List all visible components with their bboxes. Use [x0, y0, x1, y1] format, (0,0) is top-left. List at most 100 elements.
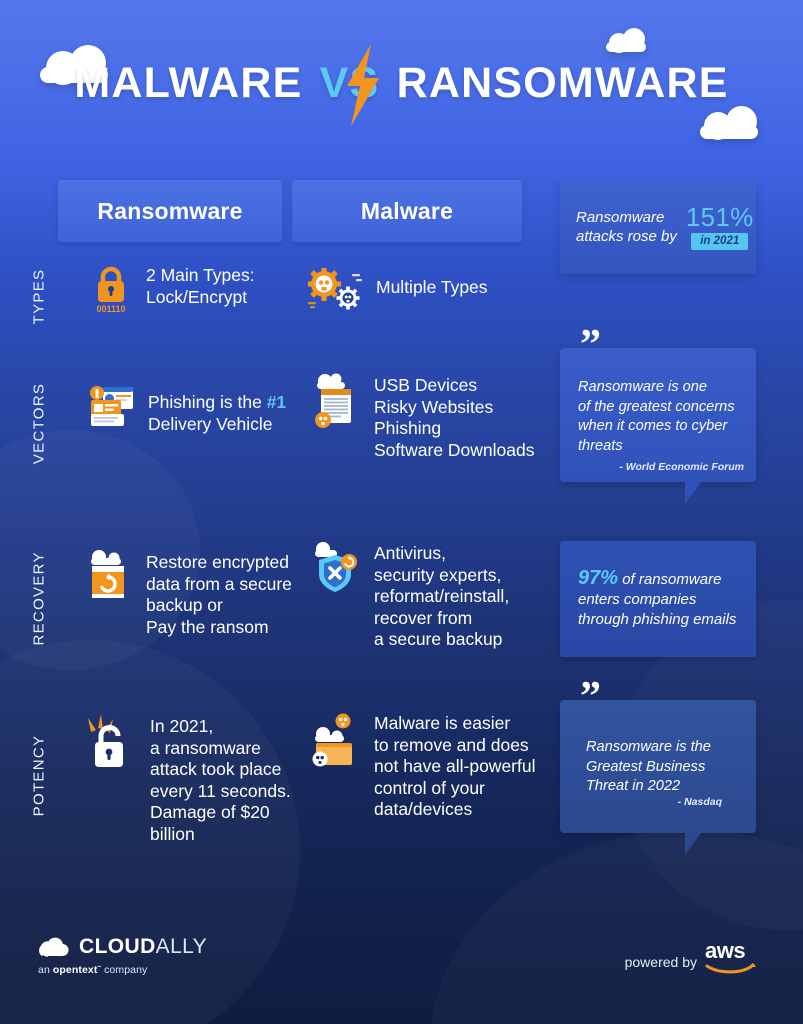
quote-wef-line3: when it comes to cyber	[578, 418, 728, 434]
quote-wef-attribution: - World Economic Forum	[619, 461, 744, 473]
svg-text:001110: 001110	[96, 304, 125, 314]
cell-recovery-malware: Antivirus, security experts, reformat/re…	[310, 540, 540, 651]
shield-antivirus-icon	[310, 540, 362, 598]
potency-malware-line5: data/devices	[374, 799, 473, 819]
cell-vectors-ransomware-text: Phishing is the #1 Delivery Vehicle	[148, 380, 286, 435]
vectors-malware-line4: Software Downloads	[374, 439, 535, 460]
quote-nasdaq-line2: Greatest Business	[586, 758, 706, 775]
cloud-icon-right	[698, 106, 760, 140]
recovery-ransomware-line3: backup or	[146, 595, 223, 615]
cell-potency-ransomware-text: In 2021, a ransomware attack took place …	[150, 712, 310, 845]
cloud-icon-top-right	[604, 28, 648, 53]
cell-types-ransomware: 001110 2 Main Types: Lock/Encrypt	[88, 262, 288, 314]
row-label-recovery: RECOVERY	[30, 551, 48, 646]
cell-vectors-malware-text: USB Devices Risky Websites Phishing Soft…	[374, 372, 535, 461]
aws-badge[interactable]: powered by aws	[625, 940, 761, 974]
stat-97-line1: 97% of ransomware	[578, 568, 736, 590]
quote-nasdaq-line3: Threat in 2022	[586, 778, 681, 794]
title-ransomware: RANSOMWARE	[396, 59, 729, 107]
quote-bubble-tail-wef	[685, 482, 701, 504]
quote-wef-line4: threats	[578, 437, 623, 454]
vectors-ransomware-highlight: #1	[266, 392, 287, 412]
vectors-malware-line3: Phishing	[374, 418, 442, 438]
quote-nasdaq-attribution: - Nasdaq	[677, 796, 722, 808]
row-label-potency: POTENCY	[30, 734, 48, 817]
stat-97-value: 97%	[578, 567, 619, 589]
vectors-ransomware-line1: Phishing is the #1	[148, 392, 286, 414]
phishing-browser-windows-icon	[86, 380, 136, 430]
cell-recovery-ransomware: Restore encrypted data from a secure bac…	[86, 548, 301, 638]
recovery-malware-line3: reformat/reinstall,	[374, 586, 510, 606]
stat-151-lead-line2: attacks rose by	[576, 228, 677, 245]
cell-potency-malware: Malware is easier to remove and does not…	[310, 710, 545, 821]
skull-gears-icon	[307, 267, 364, 310]
stat-151-lead: Ransomware attacks rose by	[576, 208, 677, 246]
column-header-malware-label: Malware	[360, 197, 454, 224]
aws-smile-icon	[705, 963, 756, 974]
quote-wef-line2: of the greatest concerns	[578, 398, 735, 415]
stat-151-value: 151%	[685, 202, 754, 232]
cloudally-wordmark: CLOUDALLY	[79, 935, 207, 959]
recovery-ransomware-line4: Pay the ransom	[146, 616, 269, 637]
potency-ransomware-line4: every 11 seconds.	[150, 780, 291, 801]
quote-wef-line1: Ransomware is one	[578, 379, 707, 395]
quote-mark-icon-wef: ”	[580, 322, 601, 368]
vectors-ransomware-prefix: Phishing is the	[148, 392, 267, 412]
stat-151-badge: in 2021	[691, 233, 749, 250]
header: MALWARE VS RANSOMWARE	[0, 0, 803, 168]
tagline-post: ˜ company	[97, 964, 148, 976]
potency-malware-line1: Malware is easier	[374, 713, 511, 733]
stat-97-text: 97% of ransomware enters companies throu…	[560, 568, 750, 630]
recovery-malware-line2: security experts,	[374, 564, 502, 585]
stat-card-151: Ransomware attacks rose by 151% in 2021	[560, 180, 756, 274]
quote-card-world-economic-forum: ” Ransomware is one of the greatest conc…	[560, 324, 756, 504]
tagline-pre: an	[38, 964, 53, 976]
infected-document-icon	[310, 372, 362, 434]
cloudally-logo[interactable]: CLOUDALLY an opentext˜ company	[38, 935, 207, 976]
recovery-malware-line4: recover from	[374, 607, 473, 628]
cell-types-malware-text: Multiple Types	[376, 268, 488, 299]
lightning-bolt-icon	[347, 44, 379, 126]
recovery-ransomware-line2: data from a secure	[146, 573, 292, 594]
stat-151-lead-line1: Ransomware	[576, 209, 665, 226]
potency-ransomware-line2: a ransomware	[150, 737, 261, 758]
aws-logo: aws	[705, 940, 761, 974]
cloudally-brand-light: ALLY	[155, 935, 208, 958]
column-header-malware: Malware	[292, 180, 522, 242]
cell-potency-ransomware: In 2021, a ransomware attack took place …	[80, 712, 310, 845]
column-header-ransomware: Ransomware	[58, 180, 282, 242]
cloudally-brand-bold: CLOUD	[79, 935, 156, 958]
cell-vectors-ransomware: Phishing is the #1 Delivery Vehicle	[86, 380, 296, 435]
potency-malware-line4: control of your	[374, 777, 485, 798]
infected-folder-user-icon	[310, 710, 362, 772]
types-malware-line1: Multiple Types	[376, 277, 488, 297]
potency-ransomware-line5: Damage of $20 billion	[150, 802, 270, 844]
aws-powered-by-label: powered by	[624, 954, 697, 970]
cloudally-cloud-icon	[39, 937, 69, 957]
vectors-ransomware-line2: Delivery Vehicle	[148, 413, 273, 434]
footer: CLOUDALLY an opentext˜ company powered b…	[0, 900, 803, 1024]
stat-97-rest: of ransomware	[618, 571, 722, 588]
potency-ransomware-line3: attack took place	[150, 759, 282, 779]
vectors-malware-line2: Risky Websites	[374, 396, 494, 417]
potency-malware-line3: not have all-powerful	[374, 756, 536, 776]
row-label-types: TYPES	[30, 268, 48, 325]
recovery-malware-line5: a secure backup	[374, 629, 503, 649]
cell-types-ransomware-text: 2 Main Types: Lock/Encrypt	[146, 262, 255, 308]
padlock-binary-icon: 001110	[88, 262, 134, 314]
recovery-malware-line1: Antivirus,	[374, 543, 446, 563]
cell-potency-malware-text: Malware is easier to remove and does not…	[374, 710, 535, 821]
row-label-vectors: VECTORS	[30, 382, 48, 465]
recovery-ransomware-line1: Restore encrypted	[146, 552, 289, 572]
page-title: MALWARE VS RANSOMWARE	[0, 62, 803, 105]
cell-recovery-ransomware-text: Restore encrypted data from a secure bac…	[146, 548, 292, 638]
cell-types-malware: Multiple Types	[307, 267, 528, 310]
quote-mark-icon-nasdaq: ”	[580, 674, 601, 720]
title-malware: MALWARE	[74, 59, 303, 107]
cloudally-tagline: an opentext˜ company	[38, 964, 207, 976]
cell-vectors-malware: USB Devices Risky Websites Phishing Soft…	[310, 372, 545, 461]
broken-padlock-icon	[80, 712, 136, 778]
aws-wordmark: aws	[705, 938, 746, 963]
column-header-ransomware-label: Ransomware	[97, 197, 243, 224]
tagline-opentext: opentext	[52, 964, 98, 976]
